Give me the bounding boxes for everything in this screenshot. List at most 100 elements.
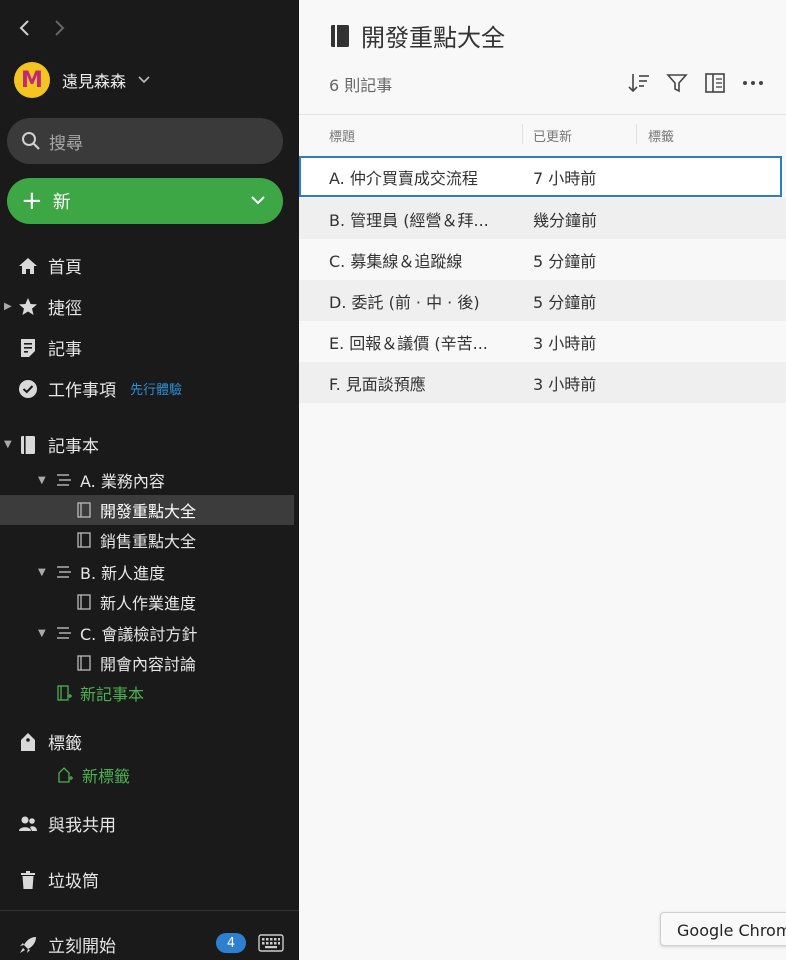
nav-trash-label: 垃圾筒 [48, 872, 99, 892]
list-toolbar [628, 72, 764, 94]
new-tag-label: 新標籤 [82, 767, 131, 786]
home-icon [19, 257, 37, 274]
notebook-icon [77, 655, 91, 671]
notebook-a1-label: 開發重點大全 [100, 502, 197, 521]
nav-notebooks[interactable]: ▼ 記事本 [4, 432, 99, 457]
caret-down-icon[interactable]: ▼ [38, 567, 48, 578]
new-tag-link[interactable]: 新標籤 [58, 760, 130, 790]
note-title: A. 仲介買賣成交流程 [329, 168, 478, 188]
stack-c-label: C. 會議檢討方針 [80, 625, 198, 644]
nav-notes[interactable]: 記事 [18, 335, 82, 360]
people-icon [19, 816, 37, 831]
forward-arrow-icon[interactable] [52, 18, 66, 38]
beta-badge: 先行體驗 [130, 383, 183, 398]
note-title: F. 見面談預應 [329, 374, 426, 394]
note-updated: 5 分鐘前 [533, 292, 597, 312]
note-updated: 3 小時前 [533, 374, 597, 394]
nav-shared-label: 與我共用 [48, 816, 116, 836]
nav-tasks[interactable]: 工作事項 先行體驗 [18, 376, 182, 401]
avatar: M [14, 62, 50, 98]
note-title: B. 管理員 (經營＆拜... [329, 210, 489, 230]
keyboard-icon[interactable] [258, 933, 284, 953]
trash-icon [21, 870, 35, 889]
caret-down-icon[interactable]: ▼ [4, 439, 12, 450]
stack-a[interactable]: ▼ A. 業務內容 [38, 465, 165, 495]
nav-home[interactable]: 首頁 [18, 253, 82, 278]
nav-tags[interactable]: 標籤 [18, 729, 82, 754]
column-divider[interactable] [522, 124, 523, 144]
sidebar-divider [0, 910, 299, 911]
stack-icon [57, 566, 71, 578]
new-notebook-link[interactable]: 新記事本 [56, 678, 144, 708]
new-button-label: 新 [52, 192, 71, 213]
nav-trash[interactable]: 垃圾筒 [18, 867, 99, 892]
notebook-icon [21, 435, 35, 454]
notebook-icon [77, 594, 91, 610]
new-notebook-label: 新記事本 [80, 685, 145, 704]
column-header-title[interactable]: 標題 [329, 126, 355, 145]
nav-shortcuts[interactable]: ▶ 捷徑 [4, 294, 82, 319]
plus-icon: + [21, 186, 43, 216]
note-icon [21, 338, 35, 357]
notebook-icon [331, 24, 349, 47]
notebook-a2-label: 銷售重點大全 [100, 532, 197, 551]
table-row[interactable]: F. 見面談預應 3 小時前 [299, 362, 786, 403]
note-list-panel: 開發重點大全 6 則記事 標題 已更新 標籤 A. 仲介買賣成交流程 7 小時前… [299, 0, 786, 960]
table-row[interactable]: D. 委託 (前 · 中 · 後) 5 分鐘前 [299, 280, 786, 321]
table-row[interactable]: A. 仲介買賣成交流程 7 小時前 [299, 156, 782, 197]
caret-down-icon[interactable]: ▼ [38, 475, 48, 486]
nav-tags-label: 標籤 [48, 734, 82, 754]
nav-notebooks-label: 記事本 [48, 437, 99, 457]
note-title: E. 回報＆議價 (辛苦... [329, 333, 488, 353]
view-options-icon[interactable] [704, 72, 726, 94]
chevron-down-icon [138, 76, 150, 84]
notification-count-badge: 4 [216, 933, 246, 953]
app-tooltip: Google Chrome [660, 912, 786, 946]
chevron-down-icon[interactable] [249, 191, 267, 209]
nav-shared[interactable]: 與我共用 [18, 811, 116, 836]
column-divider[interactable] [636, 124, 637, 144]
tag-icon [21, 732, 35, 751]
search-icon [22, 132, 40, 150]
notebook-title: 開發重點大全 [361, 24, 505, 52]
notebook-b1[interactable]: 新人作業進度 [76, 587, 196, 617]
stack-a-label: A. 業務內容 [80, 472, 165, 491]
caret-right-icon[interactable]: ▶ [4, 301, 12, 312]
nav-shortcuts-label: 捷徑 [48, 299, 82, 319]
nav-home-label: 首頁 [48, 258, 82, 278]
table-row[interactable]: C. 募集線＆追蹤線 5 分鐘前 [299, 239, 786, 280]
nav-get-started[interactable]: 立刻開始 [18, 932, 116, 957]
notebook-a1[interactable]: 開發重點大全 [76, 495, 196, 525]
rocket-icon [20, 936, 36, 953]
notebook-icon [77, 532, 91, 548]
table-row[interactable]: E. 回報＆議價 (辛苦... 3 小時前 [299, 321, 786, 362]
stack-c[interactable]: ▼ C. 會議檢討方針 [38, 618, 197, 648]
new-button[interactable]: + 新 [7, 178, 283, 224]
note-title: C. 募集線＆追蹤線 [329, 251, 463, 271]
search-input[interactable]: 搜尋 [7, 118, 283, 164]
back-arrow-icon[interactable] [18, 18, 32, 38]
more-options-icon[interactable] [742, 72, 764, 94]
column-header-updated[interactable]: 已更新 [533, 126, 572, 145]
note-title: D. 委託 (前 · 中 · 後) [329, 292, 480, 312]
column-header-tags[interactable]: 標籤 [648, 126, 674, 145]
filter-icon[interactable] [666, 72, 688, 94]
stack-b-label: B. 新人進度 [80, 564, 166, 583]
search-placeholder: 搜尋 [49, 133, 83, 154]
sort-icon[interactable] [628, 72, 650, 94]
notebook-b1-label: 新人作業進度 [100, 594, 197, 613]
notebook-icon [77, 502, 91, 518]
table-row[interactable]: B. 管理員 (經營＆拜... 幾分鐘前 [299, 198, 786, 239]
notebook-c1[interactable]: 開會內容討論 [76, 648, 196, 678]
notebook-a2[interactable]: 銷售重點大全 [76, 525, 196, 555]
caret-down-icon[interactable]: ▼ [38, 628, 48, 639]
notebook-c1-label: 開會內容討論 [100, 655, 197, 674]
stack-b[interactable]: ▼ B. 新人進度 [38, 557, 165, 587]
nav-get-started-label: 立刻開始 [48, 937, 116, 957]
note-count: 6 則記事 [329, 76, 393, 95]
note-updated: 3 小時前 [533, 333, 597, 353]
page-title: 開發重點大全 [329, 18, 505, 53]
note-updated: 7 小時前 [533, 168, 597, 188]
history-nav [18, 18, 66, 38]
account-switcher[interactable]: M 遠見森森 [14, 62, 150, 98]
